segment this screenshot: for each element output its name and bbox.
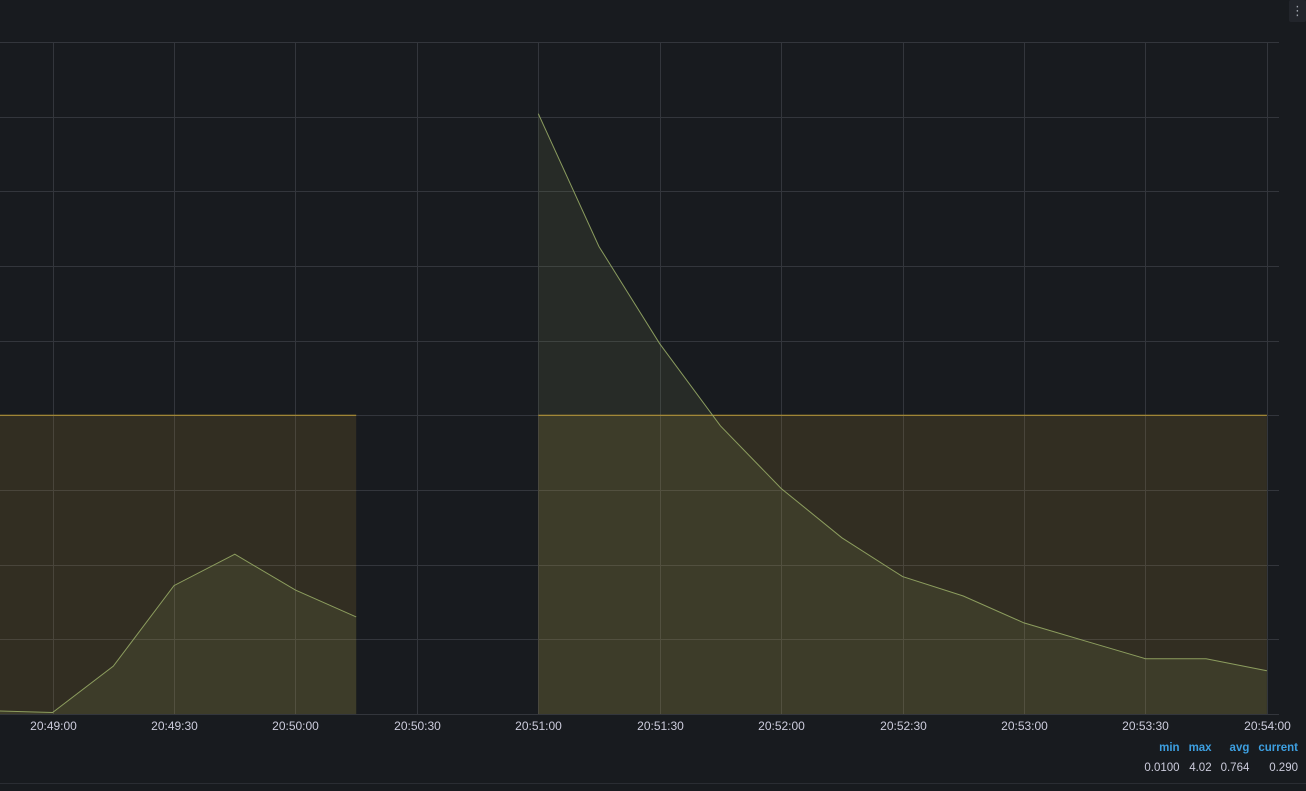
- panel-menu-button[interactable]: ⋮: [1289, 0, 1306, 22]
- x-tick-label: 20:51:30: [637, 719, 684, 733]
- legend-header-max[interactable]: max: [1180, 741, 1212, 755]
- legend-table: min max avg current 0.0100 4.02 0.764 0.…: [1135, 741, 1298, 774]
- x-tick-label: 20:52:30: [880, 719, 927, 733]
- x-tick-label: 20:51:00: [515, 719, 562, 733]
- x-tick-label: 20:49:30: [151, 719, 198, 733]
- legend-header-current[interactable]: current: [1249, 741, 1298, 755]
- legend: min max avg current 0.0100 4.02 0.764 0.…: [1135, 741, 1298, 774]
- time-series-panel: 20:49:00 20:49:30 20:50:00 20:50:30 20:51:00…: [0, 0, 1306, 791]
- legend-header-min[interactable]: min: [1135, 741, 1179, 755]
- x-tick-label: 20:54:00: [1244, 719, 1291, 733]
- x-axis: 20:49:00 20:49:30 20:50:00 20:50:30 20:51:00…: [30, 719, 1291, 733]
- vertical-ellipsis-icon: ⋮: [1291, 3, 1304, 19]
- x-tick-label: 20:53:00: [1001, 719, 1048, 733]
- x-tick-label: 20:50:00: [272, 719, 319, 733]
- x-tick-label: 20:52:00: [758, 719, 805, 733]
- divider: [0, 783, 1306, 784]
- legend-value-min: 0.0100: [1144, 762, 1180, 774]
- legend-value-max: 4.02: [1189, 762, 1212, 774]
- x-tick-label: 20:50:30: [394, 719, 441, 733]
- chart-plot: 20:49:00 20:49:30 20:50:00 20:50:30 20:51:00…: [0, 42, 1291, 733]
- x-tick-label: 20:49:00: [30, 719, 77, 733]
- legend-header-avg[interactable]: avg: [1212, 741, 1250, 755]
- x-tick-label: 20:53:30: [1122, 719, 1169, 733]
- series-fills: [0, 113, 1267, 714]
- legend-value-avg: 0.764: [1220, 762, 1250, 774]
- legend-value-current: 0.290: [1269, 762, 1298, 774]
